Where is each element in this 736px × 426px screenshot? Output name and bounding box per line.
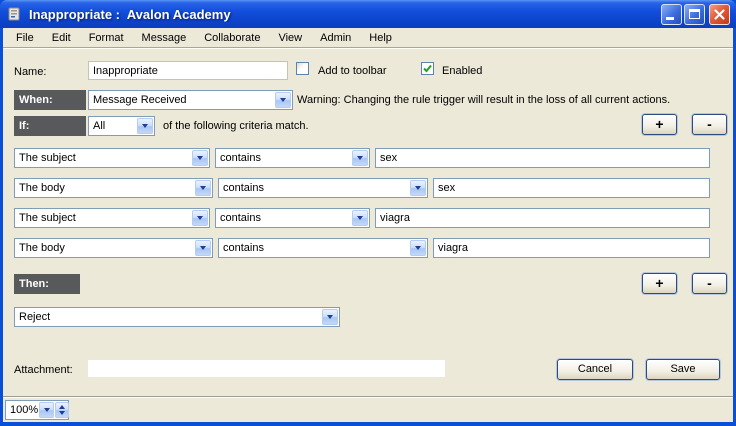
app-icon — [6, 6, 23, 23]
criteria-operator-select[interactable]: contains — [218, 238, 428, 258]
chevron-down-icon — [352, 210, 368, 226]
maximize-button[interactable] — [684, 4, 705, 25]
chevron-down-icon — [322, 309, 338, 325]
when-warning-text: Warning: Changing the rule trigger will … — [297, 94, 670, 106]
criteria-field-select[interactable]: The subject — [14, 208, 210, 228]
statusbar-divider-highlight — [3, 397, 733, 398]
when-trigger-value: Message Received — [89, 91, 274, 109]
criteria-value-input[interactable] — [433, 178, 710, 198]
chevron-down-icon — [192, 150, 208, 166]
close-button[interactable] — [709, 4, 730, 25]
criteria-field-select[interactable]: The body — [14, 178, 213, 198]
name-input[interactable] — [88, 61, 288, 80]
title-bar: Inappropriate : Avalon Academy — [0, 0, 736, 28]
add-to-toolbar-label: Add to toolbar — [318, 65, 387, 77]
chevron-down-icon — [410, 180, 426, 196]
criteria-field-value: The body — [15, 239, 194, 257]
criteria-value-input[interactable] — [375, 208, 710, 228]
spin-down-icon — [59, 411, 65, 415]
chevron-down-icon — [137, 118, 153, 134]
cancel-button[interactable]: Cancel — [557, 359, 633, 380]
criteria-operator-select[interactable]: contains — [218, 178, 428, 198]
menu-file[interactable]: File — [7, 30, 43, 46]
chevron-down-icon — [352, 150, 368, 166]
add-to-toolbar-checkbox[interactable] — [296, 62, 309, 75]
if-match-value: All — [89, 117, 136, 135]
add-action-button[interactable]: + — [642, 273, 677, 294]
chevron-down-icon — [192, 210, 208, 226]
zoom-value: 100% — [6, 401, 38, 419]
minimize-icon — [666, 17, 674, 20]
menu-admin[interactable]: Admin — [311, 30, 360, 46]
chevron-down-icon — [275, 92, 291, 108]
rule-editor-window: Inappropriate : Avalon Academy File Edit… — [0, 0, 736, 426]
if-suffix-text: of the following criteria match. — [163, 120, 309, 132]
attachment-label: Attachment: — [14, 364, 73, 376]
enabled-checkbox[interactable] — [421, 62, 434, 75]
when-section-label: When: — [14, 90, 86, 110]
criteria-field-value: The body — [15, 179, 194, 197]
maximize-icon — [689, 9, 700, 19]
criteria-operator-select[interactable]: contains — [215, 148, 370, 168]
menu-message[interactable]: Message — [133, 30, 196, 46]
criteria-field-select[interactable]: The body — [14, 238, 213, 258]
criteria-operator-value: contains — [219, 179, 409, 197]
when-trigger-select[interactable]: Message Received — [88, 90, 293, 110]
then-section-label: Then: — [14, 274, 80, 294]
zoom-control[interactable]: 100% — [5, 400, 69, 420]
spin-up-icon — [59, 405, 65, 409]
attachment-input[interactable] — [88, 360, 445, 377]
check-icon — [422, 63, 433, 74]
criteria-operator-value: contains — [216, 209, 351, 227]
window-title: Inappropriate : Avalon Academy — [29, 7, 659, 22]
save-button[interactable]: Save — [646, 359, 720, 380]
criteria-operator-select[interactable]: contains — [215, 208, 370, 228]
menu-format[interactable]: Format — [80, 30, 133, 46]
remove-action-button[interactable]: - — [692, 273, 727, 294]
add-criteria-button[interactable]: + — [642, 114, 677, 135]
criteria-value-input[interactable] — [433, 238, 710, 258]
criteria-field-value: The subject — [15, 149, 191, 167]
chevron-down-icon — [410, 240, 426, 256]
chevron-down-icon — [195, 180, 211, 196]
criteria-field-select[interactable]: The subject — [14, 148, 210, 168]
remove-criteria-button[interactable]: - — [692, 114, 727, 135]
menu-view[interactable]: View — [269, 30, 311, 46]
criteria-value-input[interactable] — [375, 148, 710, 168]
zoom-dropdown-icon[interactable] — [39, 402, 54, 418]
menu-collaborate[interactable]: Collaborate — [195, 30, 269, 46]
close-icon — [713, 8, 726, 21]
name-label: Name: — [14, 66, 46, 78]
enabled-label: Enabled — [442, 65, 482, 77]
menu-help[interactable]: Help — [360, 30, 401, 46]
criteria-operator-value: contains — [216, 149, 351, 167]
menu-bar: File Edit Format Message Collaborate Vie… — [3, 28, 733, 48]
if-section-label: If: — [14, 116, 86, 136]
criteria-operator-value: contains — [219, 239, 409, 257]
if-match-select[interactable]: All — [88, 116, 155, 136]
zoom-spinner[interactable] — [55, 402, 69, 418]
client-area: File Edit Format Message Collaborate Vie… — [3, 28, 733, 422]
menu-edit[interactable]: Edit — [43, 30, 80, 46]
minimize-button[interactable] — [661, 4, 682, 25]
then-action-value: Reject — [15, 308, 321, 326]
chevron-down-icon — [195, 240, 211, 256]
criteria-field-value: The subject — [15, 209, 191, 227]
then-action-select[interactable]: Reject — [14, 307, 340, 327]
